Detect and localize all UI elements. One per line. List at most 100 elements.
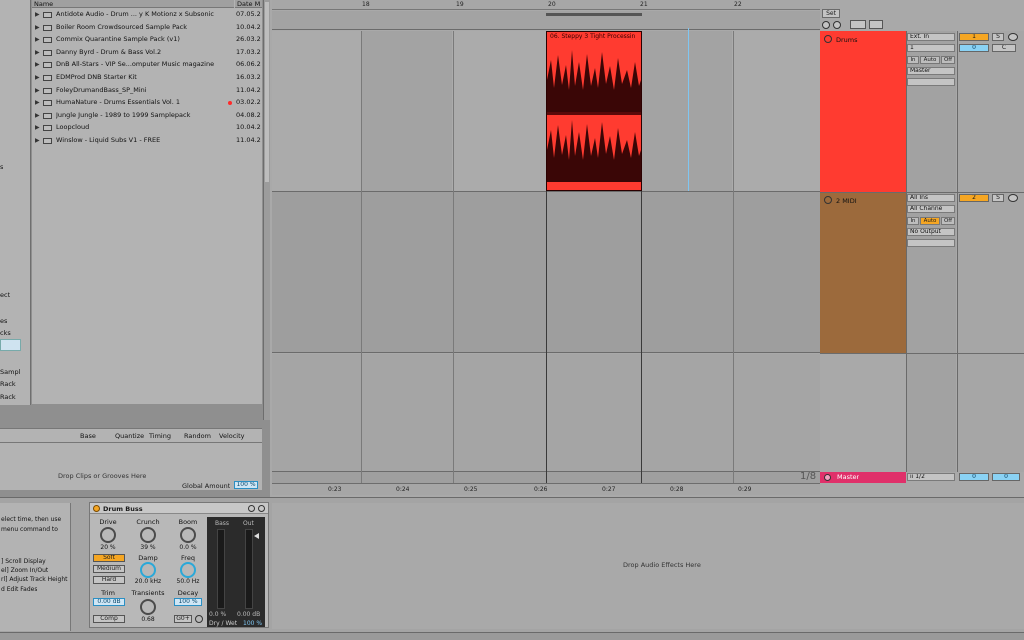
solo-button[interactable]: S bbox=[992, 33, 1004, 41]
hard-mode-button[interactable]: Hard bbox=[93, 576, 125, 584]
output-channel-select[interactable] bbox=[907, 78, 955, 86]
browser-place-item[interactable]: ect bbox=[0, 291, 10, 299]
drive-knob[interactable] bbox=[100, 527, 116, 543]
midi-channel-select[interactable]: All Channe bbox=[907, 205, 955, 213]
browser-folder-row[interactable]: ▶ FoleyDrumandBass_SP_Mini 11.04.2 bbox=[32, 85, 262, 97]
global-amount-field[interactable]: 100 % bbox=[234, 481, 258, 489]
lock-icon[interactable] bbox=[869, 20, 883, 29]
browser-place-item[interactable]: Sampl bbox=[0, 368, 20, 376]
browser-folder-row[interactable]: ▶ Commix Quarantine Sample Pack (v1) 26.03… bbox=[32, 34, 262, 46]
headphones-icon[interactable] bbox=[195, 615, 203, 623]
browser-scrollbar[interactable] bbox=[263, 0, 270, 420]
master-track-header[interactable]: Master bbox=[820, 472, 906, 483]
master-output-select[interactable]: ii 1/2 bbox=[907, 473, 955, 481]
damp-knob[interactable] bbox=[140, 562, 156, 578]
solo-button[interactable]: S bbox=[992, 194, 1004, 202]
browser-place-item[interactable]: es bbox=[0, 317, 7, 325]
transients-knob[interactable] bbox=[140, 599, 156, 615]
folder-icon bbox=[43, 49, 52, 56]
expand-triangle-icon[interactable]: ▶ bbox=[35, 112, 40, 119]
time-ruler[interactable]: 0:23 0:24 0:25 0:26 0:27 0:28 0:29 bbox=[272, 483, 820, 495]
expand-triangle-icon[interactable]: ▶ bbox=[35, 87, 40, 94]
playhead[interactable] bbox=[688, 28, 689, 191]
out-slider-handle[interactable] bbox=[254, 533, 259, 539]
browser-scroll-thumb[interactable] bbox=[265, 2, 269, 182]
device-save-icon[interactable] bbox=[258, 505, 265, 512]
place-selected-highlight[interactable] bbox=[0, 339, 21, 351]
audio-clip[interactable]: 06. Steppy 3 Tight Processin bbox=[546, 31, 642, 191]
monitor-auto-button[interactable]: Auto bbox=[920, 56, 940, 64]
medium-mode-button[interactable]: Medium bbox=[93, 565, 125, 573]
expand-triangle-icon[interactable]: ▶ bbox=[35, 11, 40, 18]
track-header-2-midi[interactable]: 2 MIDI bbox=[820, 192, 906, 353]
forward-icon[interactable] bbox=[833, 21, 841, 29]
expand-triangle-icon[interactable]: ▶ bbox=[35, 124, 40, 131]
groove-header-velocity: Velocity bbox=[219, 432, 245, 440]
midi-input-select[interactable]: All Ins bbox=[907, 194, 955, 202]
output-select[interactable]: Master bbox=[907, 67, 955, 75]
drum-buss-device[interactable]: Drum Buss Drive 20 % Crunch 39 % Boom 0.… bbox=[89, 502, 269, 628]
back-icon[interactable] bbox=[822, 21, 830, 29]
master-pan-field[interactable]: 0 bbox=[992, 473, 1020, 481]
input-type-select[interactable]: Ext. In bbox=[907, 33, 955, 41]
arm-icon[interactable] bbox=[1008, 194, 1018, 202]
expand-triangle-icon[interactable]: ▶ bbox=[35, 36, 40, 43]
track-fold-icon[interactable] bbox=[824, 196, 832, 204]
browser-folder-row[interactable]: ▶ Jungle Jungle - 1989 to 1999 Samplepack… bbox=[32, 110, 262, 122]
freq-knob[interactable] bbox=[180, 562, 196, 578]
expand-triangle-icon[interactable]: ▶ bbox=[35, 61, 40, 68]
browser-folder-row[interactable]: ▶ Danny Byrd - Drum & Bass Vol.2 17.03.2 bbox=[32, 47, 262, 59]
browser-folder-row[interactable]: ▶ DnB All-Stars - VIP Se...omputer Music … bbox=[32, 59, 262, 71]
effects-drop-zone[interactable]: Drop Audio Effects Here bbox=[272, 503, 1024, 629]
gain-boost-button[interactable]: G0+ bbox=[174, 615, 192, 623]
device-hotswap-icon[interactable] bbox=[248, 505, 255, 512]
beat-ruler[interactable]: 18 19 20 21 22 bbox=[272, 0, 820, 10]
browser-place-item[interactable]: cks bbox=[0, 329, 11, 337]
midi-output-select[interactable]: No Output bbox=[907, 228, 955, 236]
expand-triangle-icon[interactable]: ▶ bbox=[35, 74, 40, 81]
browser-folder-row[interactable]: ▶ Winslow - Liquid Subs V1 - FREE 11.04.2 bbox=[32, 135, 262, 147]
midi-output-channel-select[interactable] bbox=[907, 239, 955, 247]
monitor-in-button[interactable]: In bbox=[907, 217, 919, 225]
expand-triangle-icon[interactable]: ▶ bbox=[35, 99, 40, 106]
comp-button[interactable]: Comp bbox=[93, 615, 125, 623]
browser-folder-row[interactable]: ▶ EDMProd DNB Starter Kit 16.03.2 bbox=[32, 72, 262, 84]
expand-triangle-icon[interactable]: ▶ bbox=[35, 24, 40, 31]
column-header-name[interactable]: Name bbox=[32, 0, 234, 8]
pan-field[interactable]: C bbox=[992, 44, 1016, 52]
decay-field[interactable]: 100 % bbox=[174, 598, 202, 606]
loop-brace[interactable] bbox=[546, 13, 642, 16]
input-channel-select[interactable]: 1 bbox=[907, 44, 955, 52]
track-header-drums[interactable]: Drums bbox=[820, 31, 906, 192]
browser-folder-row[interactable]: ▶ Boiler Room Crowdsourced Sample Pack 10.… bbox=[32, 22, 262, 34]
browser-place-item[interactable]: Rack bbox=[0, 393, 16, 401]
monitor-in-button[interactable]: In bbox=[907, 56, 919, 64]
volume-field[interactable]: 0 bbox=[959, 44, 989, 52]
track-fold-icon[interactable] bbox=[824, 35, 832, 43]
crunch-knob[interactable] bbox=[140, 527, 156, 543]
browser-folder-row[interactable]: ▶ Loopcloud 10.04.2 bbox=[32, 122, 262, 134]
browser-place-item[interactable]: Rack bbox=[0, 380, 16, 388]
browser-folder-row[interactable]: ▶ Antidote Audio - Drum ... y K Motionz x… bbox=[32, 9, 262, 21]
soft-mode-button[interactable]: Soft bbox=[93, 554, 125, 562]
column-header-date[interactable]: Date M bbox=[235, 0, 262, 8]
master-volume-field[interactable]: 0 bbox=[959, 473, 989, 481]
dry-wet-value[interactable]: 100 % bbox=[243, 620, 262, 627]
monitor-auto-button[interactable]: Auto bbox=[920, 217, 940, 225]
loop-bar[interactable] bbox=[272, 11, 820, 30]
master-fold-icon[interactable] bbox=[824, 474, 831, 481]
device-power-icon[interactable] bbox=[93, 505, 100, 512]
track-activator-button[interactable]: 1 bbox=[959, 33, 989, 41]
expand-triangle-icon[interactable]: ▶ bbox=[35, 49, 40, 56]
browser-folder-row[interactable]: ▶ HumaNature - Drums Essentials Vol. 1 03.… bbox=[32, 97, 262, 109]
browser-place-item[interactable]: s bbox=[0, 163, 3, 171]
trim-field[interactable]: 0.00 dB bbox=[93, 598, 125, 606]
resize-icon[interactable] bbox=[850, 20, 866, 29]
set-button[interactable]: Set bbox=[822, 9, 840, 18]
monitor-off-button[interactable]: Off bbox=[941, 56, 955, 64]
boom-knob[interactable] bbox=[180, 527, 196, 543]
expand-triangle-icon[interactable]: ▶ bbox=[35, 137, 40, 144]
arm-icon[interactable] bbox=[1008, 33, 1018, 41]
monitor-off-button[interactable]: Off bbox=[941, 217, 955, 225]
track-activator-button[interactable]: 2 bbox=[959, 194, 989, 202]
